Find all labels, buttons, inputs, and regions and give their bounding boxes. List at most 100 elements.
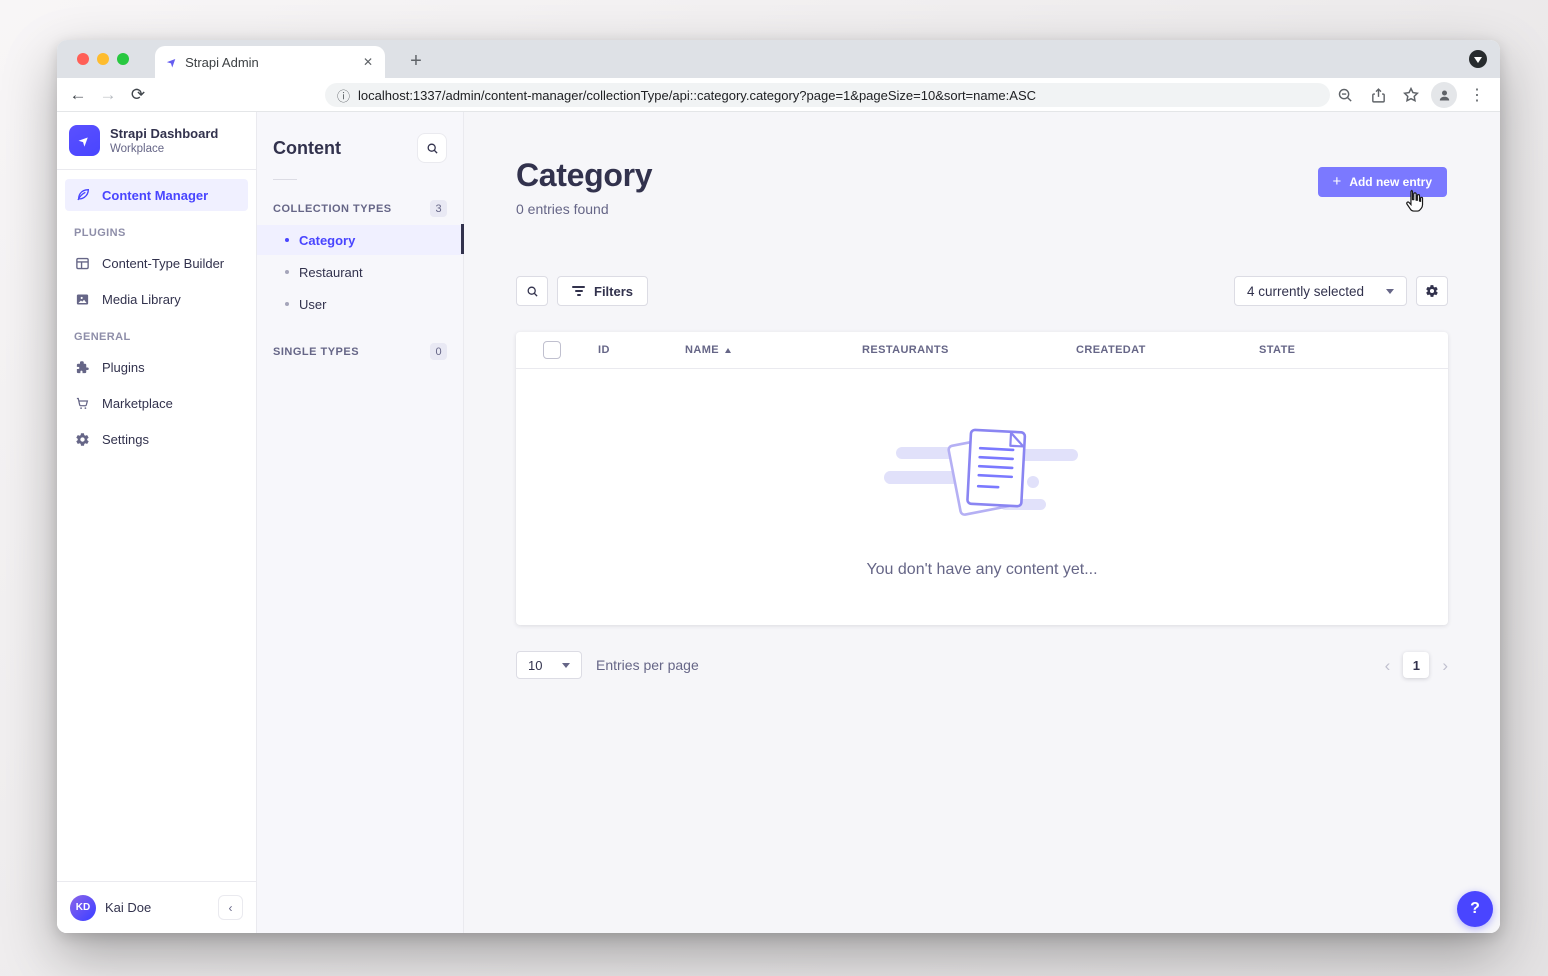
empty-documents-illustration (882, 415, 1082, 527)
layout-icon (74, 255, 91, 272)
sidebar-item-content-type-builder[interactable]: Content-Type Builder (65, 247, 248, 279)
column-header-state[interactable]: STATE (1259, 344, 1448, 356)
current-page-button[interactable]: 1 (1403, 652, 1429, 678)
chevron-down-icon (1386, 289, 1394, 294)
url-bar[interactable]: ⓘ localhost:1337/admin/content-manager/c… (325, 83, 1330, 107)
plus-icon: + (1333, 173, 1342, 190)
empty-state: You don't have any content yet... (516, 369, 1448, 625)
toolbar-actions: ⋮ (1332, 78, 1490, 112)
entries-table: ID NAME RESTAURANTS CREATEDAT STATE (516, 332, 1448, 625)
select-all-checkbox[interactable] (543, 341, 561, 359)
screen-record-indicator-icon[interactable] (1469, 50, 1487, 68)
view-settings-button[interactable] (1416, 276, 1448, 306)
bullet-icon (285, 238, 289, 242)
subnav-item-label: User (299, 297, 326, 312)
zoom-out-icon[interactable] (1332, 82, 1358, 108)
strapi-favicon-icon: ➤ (164, 53, 181, 70)
browser-toolbar: ← → ⟳ ⓘ localhost:1337/admin/content-man… (57, 78, 1500, 112)
browser-tabstrip: ➤ Strapi Admin ✕ + (57, 40, 1500, 78)
sidebar-item-media-library[interactable]: Media Library (65, 283, 248, 315)
gear-icon (74, 431, 91, 448)
page-size-select[interactable]: 10 (516, 651, 582, 679)
share-icon[interactable] (1365, 82, 1391, 108)
single-types-count-badge: 0 (430, 343, 447, 360)
sidebar-item-label: Media Library (102, 292, 181, 307)
sidebar-item-label: Marketplace (102, 396, 173, 411)
image-icon (74, 291, 91, 308)
fullscreen-window-button[interactable] (117, 53, 129, 65)
filters-button[interactable]: Filters (557, 276, 648, 306)
back-button[interactable]: ← (63, 85, 93, 105)
column-header-restaurants[interactable]: RESTAURANTS (862, 344, 1076, 356)
add-new-entry-button[interactable]: + Add new entry (1318, 167, 1447, 197)
sidebar-item-content-manager[interactable]: Content Manager (65, 179, 248, 211)
puzzle-icon (74, 359, 91, 376)
search-entries-button[interactable] (516, 276, 548, 306)
forward-button[interactable]: → (93, 85, 123, 105)
table-header-row: ID NAME RESTAURANTS CREATEDAT STATE (516, 332, 1448, 369)
column-header-name[interactable]: NAME (685, 344, 862, 356)
help-button[interactable]: ? (1457, 891, 1493, 927)
entries-found-text: 0 entries found (516, 201, 652, 217)
page-title: Category (516, 157, 652, 194)
column-header-createdat[interactable]: CREATEDAT (1076, 344, 1259, 356)
shopping-cart-icon (74, 395, 91, 412)
subnav-item-label: Category (299, 233, 355, 248)
subnav-item-category[interactable]: Category (257, 225, 463, 255)
sort-ascending-icon (725, 348, 731, 353)
tab-close-icon[interactable]: ✕ (363, 55, 373, 69)
group-label-collection-types: COLLECTION TYPES (273, 203, 392, 215)
site-info-icon[interactable]: ⓘ (337, 86, 350, 105)
subnav-title: Content (273, 138, 341, 159)
bookmark-star-icon[interactable] (1398, 82, 1424, 108)
browser-profile-avatar[interactable] (1431, 82, 1457, 108)
strapi-app: ➤ Strapi Dashboard Workplace Content M (57, 112, 1500, 933)
url-text: localhost:1337/admin/content-manager/col… (358, 88, 1036, 103)
previous-page-button[interactable]: ‹ (1385, 657, 1391, 674)
main-sidebar: ➤ Strapi Dashboard Workplace Content M (57, 112, 257, 933)
content-subnav: Content COLLECTION TYPES 3 Category (257, 112, 464, 933)
entries-per-page-label: Entries per page (596, 657, 699, 673)
browser-window: ➤ Strapi Admin ✕ + ← → ⟳ ⓘ localhost:133… (57, 40, 1500, 933)
collection-types-count-badge: 3 (430, 200, 447, 217)
empty-state-text: You don't have any content yet... (866, 561, 1097, 579)
group-label-single-types: SINGLE TYPES (273, 346, 359, 358)
browser-menu-icon[interactable]: ⋮ (1464, 82, 1490, 108)
sidebar-item-plugins[interactable]: Plugins (65, 351, 248, 383)
section-label-plugins: PLUGINS (74, 227, 239, 239)
column-header-id[interactable]: ID (598, 344, 685, 356)
fields-selected-dropdown[interactable]: 4 currently selected (1234, 276, 1407, 306)
subnav-item-restaurant[interactable]: Restaurant (257, 257, 463, 287)
sidebar-item-label: Plugins (102, 360, 145, 375)
sidebar-item-marketplace[interactable]: Marketplace (65, 387, 248, 419)
traffic-lights (77, 53, 129, 65)
workspace-subtitle: Workplace (110, 143, 218, 155)
search-content-types-button[interactable] (417, 133, 447, 163)
filter-icon (572, 286, 585, 296)
subnav-item-user[interactable]: User (257, 289, 463, 319)
pagination-bar: 10 Entries per page ‹ 1 › (516, 650, 1448, 680)
close-window-button[interactable] (77, 53, 89, 65)
workspace-brand[interactable]: ➤ Strapi Dashboard Workplace (57, 112, 256, 170)
sidebar-item-label: Content-Type Builder (102, 256, 224, 271)
reload-button[interactable]: ⟳ (123, 85, 153, 105)
feather-pen-icon (74, 187, 91, 204)
new-tab-button[interactable]: + (401, 46, 431, 76)
browser-tab[interactable]: ➤ Strapi Admin ✕ (155, 46, 385, 78)
subnav-item-label: Restaurant (299, 265, 363, 280)
section-label-general: GENERAL (74, 331, 239, 343)
collapse-sidebar-button[interactable]: ‹ (218, 895, 243, 920)
workspace-title: Strapi Dashboard (110, 126, 218, 142)
user-name: Kai Doe (105, 900, 151, 915)
sidebar-user: KD Kai Doe ‹ (57, 881, 256, 933)
minimize-window-button[interactable] (97, 53, 109, 65)
chevron-down-icon (562, 663, 570, 668)
bullet-icon (285, 302, 289, 306)
strapi-logo-icon: ➤ (69, 125, 100, 156)
sidebar-item-settings[interactable]: Settings (65, 423, 248, 455)
user-avatar[interactable]: KD (70, 895, 96, 921)
next-page-button[interactable]: › (1442, 657, 1448, 674)
desktop: ➤ Strapi Admin ✕ + ← → ⟳ ⓘ localhost:133… (0, 0, 1548, 976)
sidebar-item-label: Settings (102, 432, 149, 447)
sidebar-item-label: Content Manager (102, 188, 208, 203)
